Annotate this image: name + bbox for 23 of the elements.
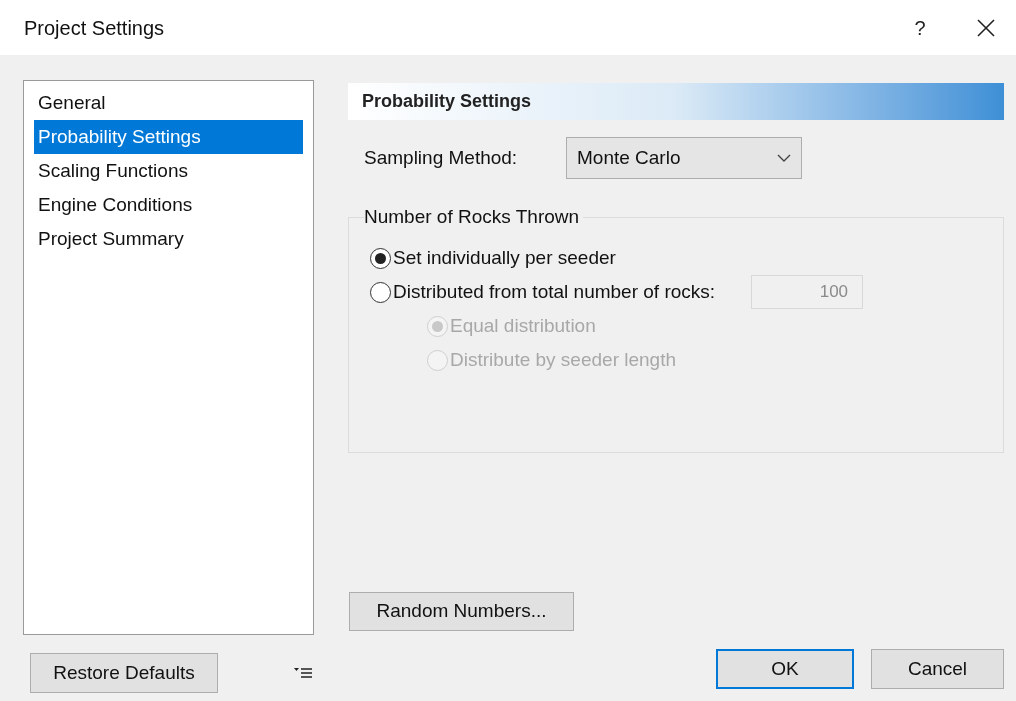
list-menu-icon[interactable] [294,667,312,679]
help-button[interactable]: ? [900,12,940,43]
cancel-button[interactable]: Cancel [871,649,1004,689]
restore-defaults-button[interactable]: Restore Defaults [30,653,218,693]
option-label: Equal distribution [450,313,596,338]
option-label: Distributed from total number of rocks: [393,279,716,304]
random-numbers-button[interactable]: Random Numbers... [349,592,574,631]
window-title: Project Settings [24,15,165,41]
chevron-down-icon [777,154,791,162]
option-label: Set individually per seeder [393,245,616,270]
category-item[interactable]: Scaling Functions [34,154,303,188]
category-item[interactable]: Probability Settings [34,120,303,154]
category-item[interactable]: Engine Conditions [34,188,303,222]
ok-button[interactable]: OK [716,649,854,689]
panel-title: Probability Settings [362,90,532,113]
category-item[interactable]: Project Summary [34,222,303,256]
sampling-dropdown[interactable]: Monte Carlo [566,137,802,179]
category-item[interactable]: General [34,86,303,120]
sampling-label: Sampling Method: [364,145,519,170]
option-label: Distribute by seeder length [450,347,676,372]
close-icon[interactable] [976,17,996,38]
radio-button[interactable] [370,281,391,303]
radio-button[interactable] [370,247,391,269]
